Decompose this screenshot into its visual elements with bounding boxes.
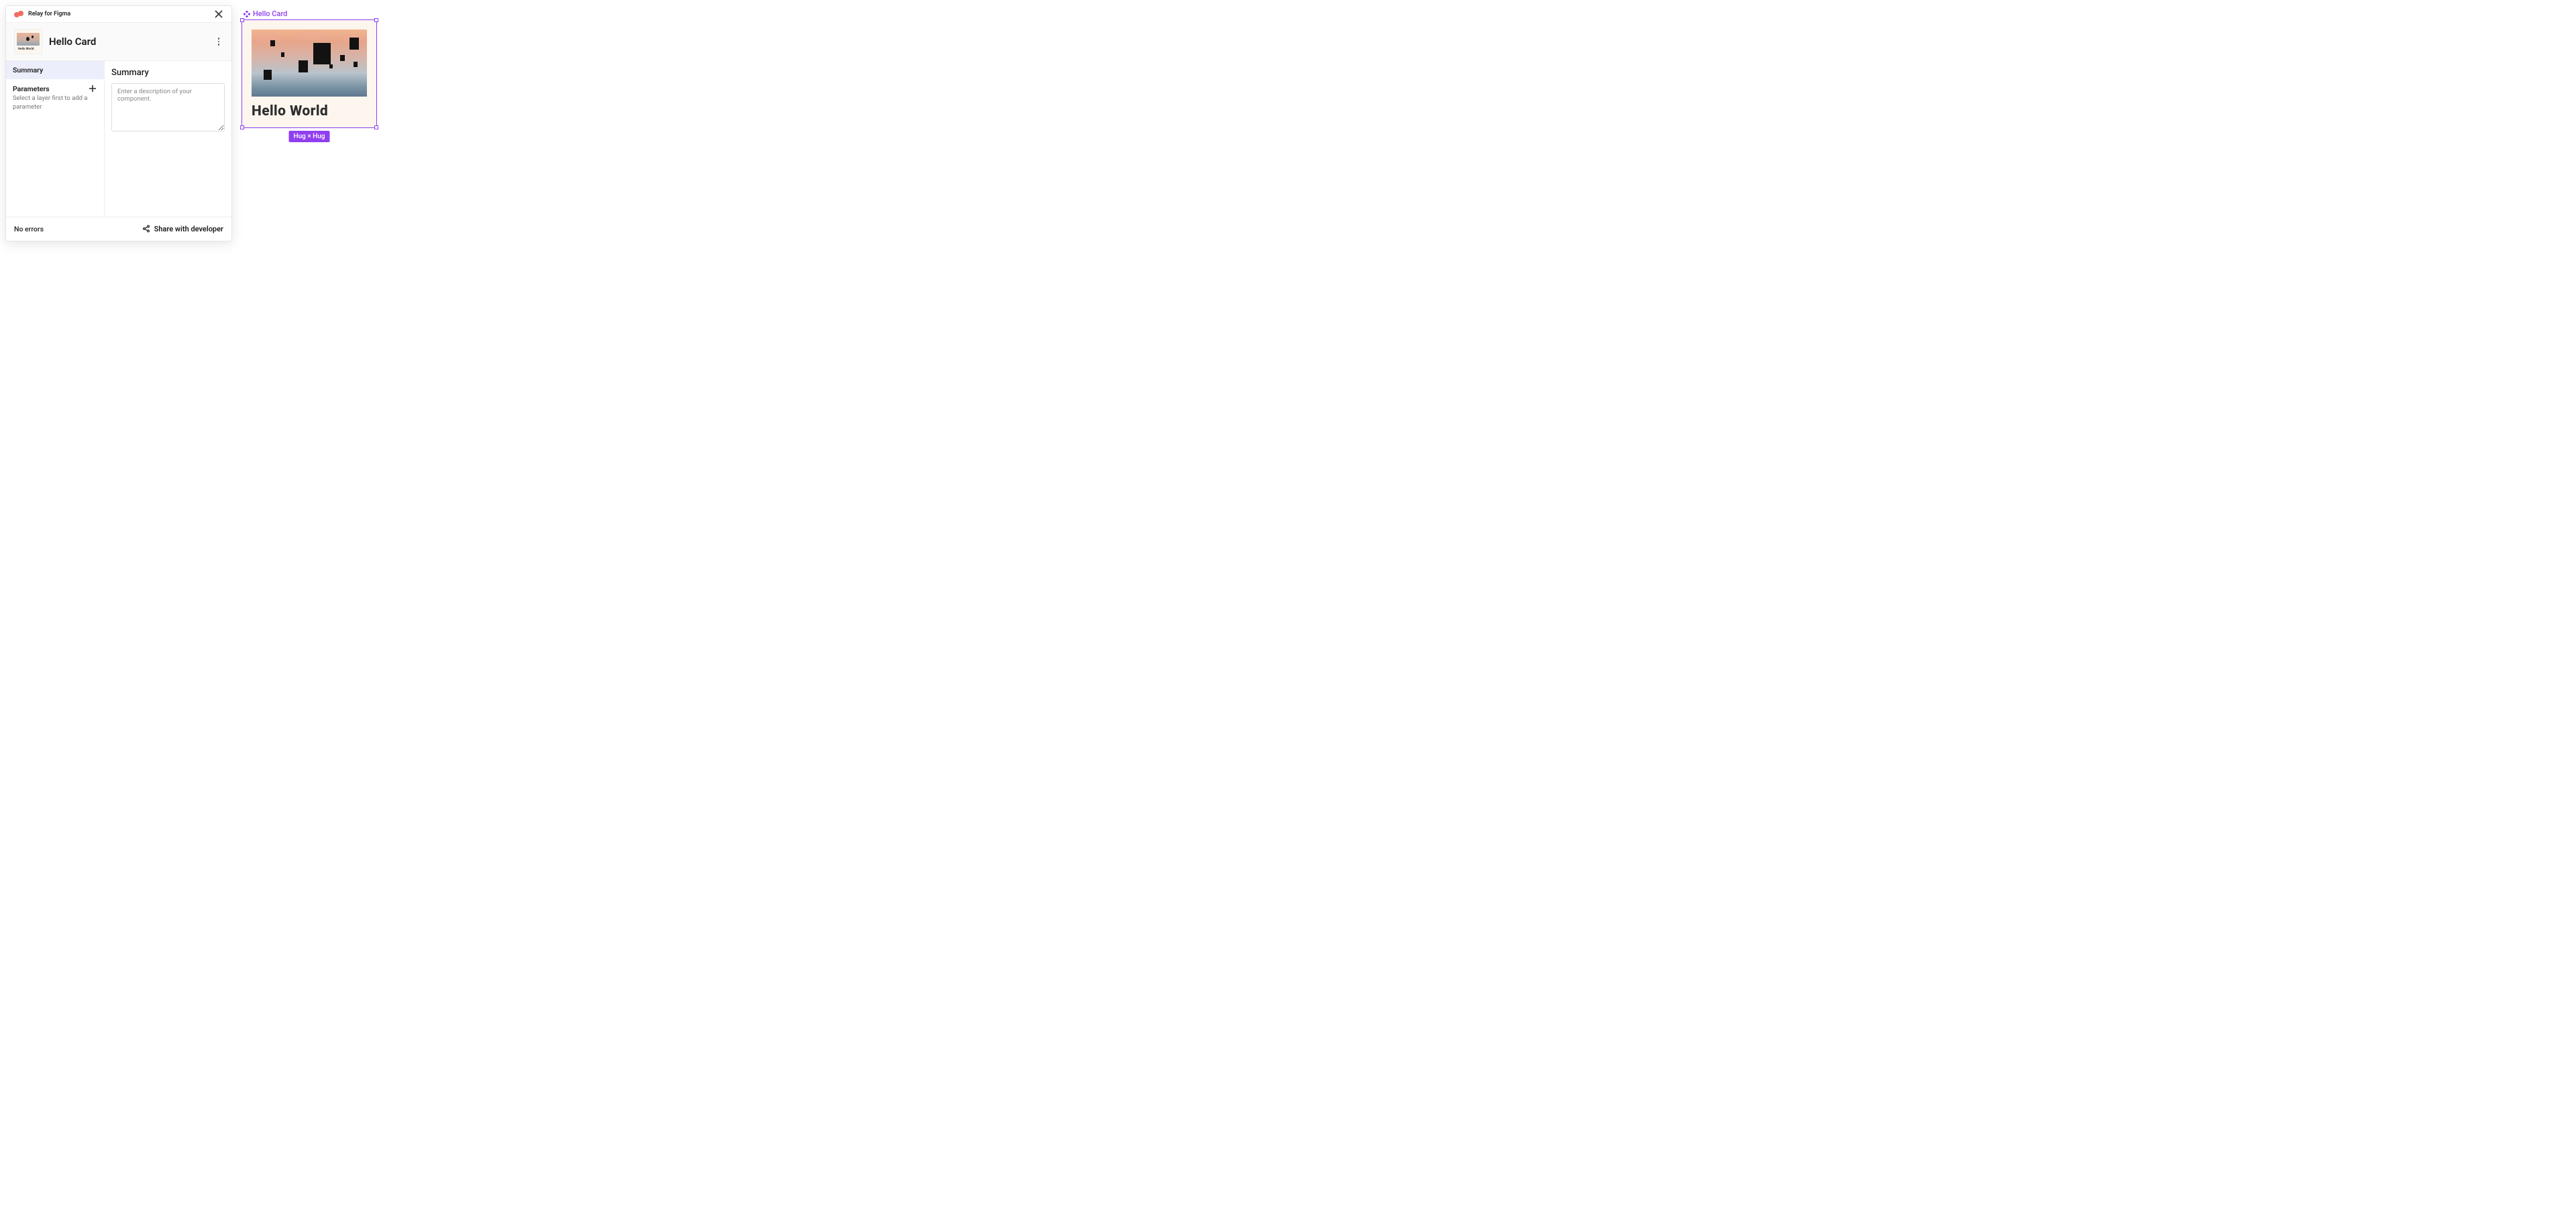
panel-body: Summary Parameters Select a layer first … — [6, 61, 231, 217]
resize-handle-bl[interactable] — [240, 125, 244, 129]
add-parameter-icon[interactable] — [88, 84, 97, 93]
more-menu-icon[interactable] — [214, 36, 223, 48]
share-label: Share with developer — [154, 225, 223, 233]
constraint-badge: Hug × Hug — [289, 131, 330, 142]
resize-handle-tl[interactable] — [240, 18, 244, 22]
left-column: Summary Parameters Select a layer first … — [6, 61, 105, 217]
hello-card-component[interactable]: Hello World — [242, 20, 376, 127]
parameters-header: Parameters — [6, 79, 104, 95]
plugin-titlebar: Relay for Figma — [6, 6, 231, 23]
plugin-title: Relay for Figma — [28, 11, 214, 17]
right-column: Summary — [105, 61, 231, 217]
summary-title: Summary — [111, 68, 225, 78]
description-input[interactable] — [111, 83, 225, 131]
panel-footer: No errors Share with developer — [6, 217, 231, 241]
resize-handle-tr[interactable] — [374, 18, 378, 22]
component-thumbnail: Hello World — [14, 29, 42, 54]
tab-summary[interactable]: Summary — [6, 61, 104, 79]
relay-logo-icon — [14, 11, 24, 17]
component-name: Hello Card — [49, 36, 207, 48]
canvas-area: Hello Card Hello World Hug × Hug — [241, 9, 377, 128]
close-icon[interactable] — [214, 9, 223, 19]
thumbnail-label: Hello World — [17, 48, 34, 51]
resize-handle-br[interactable] — [374, 125, 378, 129]
selection-frame[interactable]: Hello World Hug × Hug — [241, 19, 377, 128]
component-header: Hello World Hello Card — [6, 23, 231, 61]
parameters-label: Parameters — [13, 85, 50, 93]
status-text: No errors — [14, 225, 44, 233]
component-label[interactable]: Hello Card — [244, 9, 377, 18]
card-image — [252, 30, 367, 97]
card-title-text: Hello World — [252, 103, 367, 119]
component-icon — [244, 11, 250, 17]
parameters-hint: Select a layer first to add a parameter — [6, 95, 104, 112]
share-icon — [142, 223, 150, 235]
plugin-panel: Relay for Figma Hello World Hello Card S… — [5, 5, 232, 241]
share-with-developer-button[interactable]: Share with developer — [142, 223, 223, 235]
component-label-text: Hello Card — [253, 9, 287, 18]
